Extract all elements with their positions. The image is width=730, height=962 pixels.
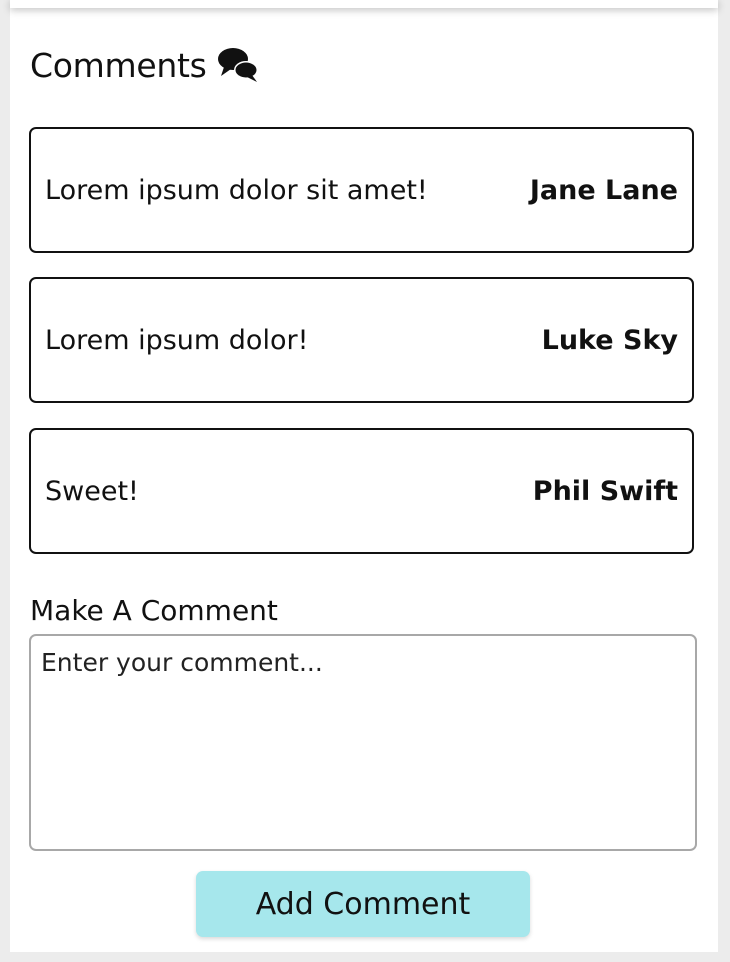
comments-heading: Comments [30, 40, 260, 90]
comment-text: Sweet! [45, 475, 139, 507]
make-comment-label: Make A Comment [30, 594, 278, 627]
header-edge [10, 0, 718, 8]
comment-text: Lorem ipsum dolor sit amet! [45, 174, 428, 206]
add-comment-button[interactable]: Add Comment [196, 871, 530, 937]
comment-author: Luke Sky [541, 324, 678, 356]
comment-item: Lorem ipsum dolor! Luke Sky [29, 277, 694, 403]
comment-text: Lorem ipsum dolor! [45, 324, 309, 356]
comment-item: Lorem ipsum dolor sit amet! Jane Lane [29, 127, 694, 253]
comment-item: Sweet! Phil Swift [29, 428, 694, 554]
comment-input[interactable] [29, 634, 697, 851]
comments-title: Comments [30, 45, 207, 85]
comment-author: Jane Lane [529, 174, 678, 206]
comment-author: Phil Swift [532, 475, 678, 507]
comments-icon [216, 45, 260, 85]
